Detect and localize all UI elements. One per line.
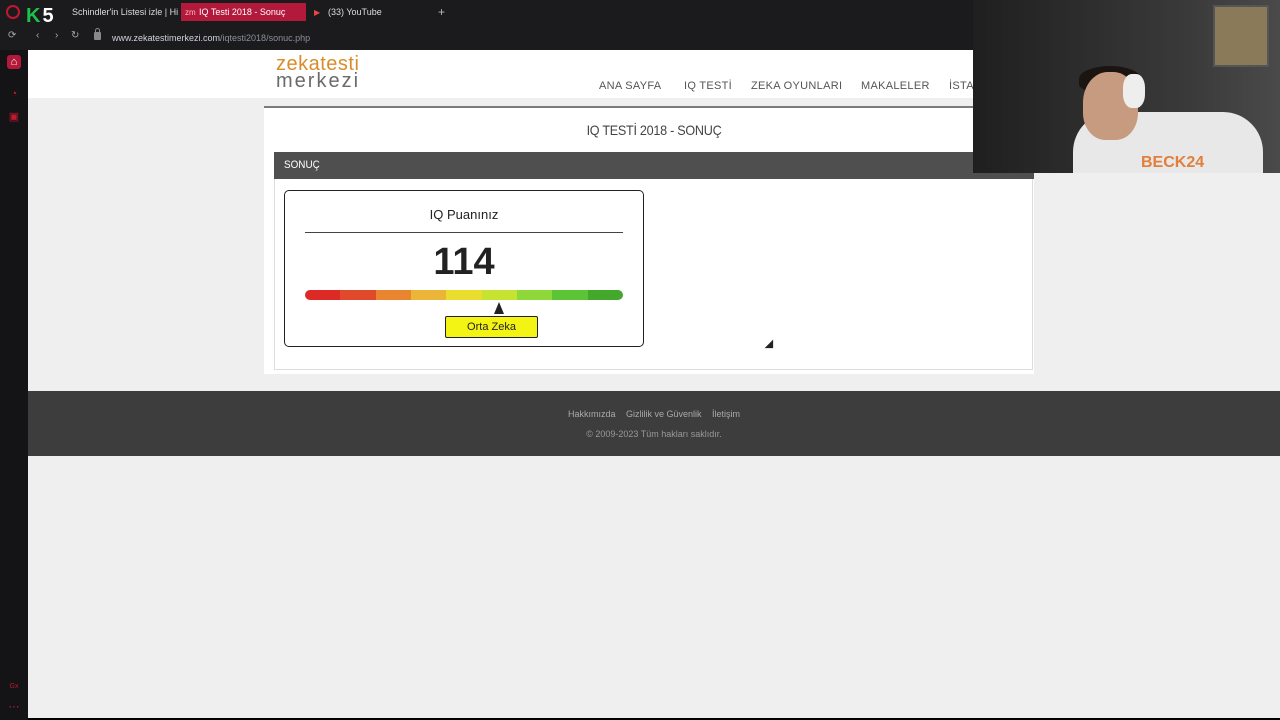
gauge-segment [340, 290, 376, 300]
logo-bottom: merkezi [276, 70, 361, 92]
back-icon[interactable]: ‹ [36, 30, 39, 41]
nav-iq-test[interactable]: IQ TESTİ [684, 80, 732, 92]
wall-poster [1213, 5, 1269, 67]
gauge-segment [410, 290, 447, 300]
gauge-segment [446, 290, 482, 300]
bag-icon[interactable]: ▣ [7, 110, 21, 124]
home-icon[interactable]: ⌂ [7, 55, 21, 69]
webcam-overlay: BECK24 [973, 0, 1280, 173]
forward-icon[interactable]: › [55, 30, 58, 41]
gauge-segment [375, 290, 411, 300]
gauge-pointer [493, 302, 504, 314]
tab-label: Schindler'in Listesi izle | Hi [72, 7, 179, 17]
site-favicon-icon: zm [185, 8, 196, 17]
gauge-segment [305, 290, 341, 300]
opera-logo-icon[interactable] [6, 5, 20, 19]
nav-articles[interactable]: MAKALELER [861, 80, 930, 92]
more-icon[interactable]: ⋯ [7, 700, 21, 714]
shirt-logo: BECK24 [1141, 154, 1205, 171]
youtube-icon: ▶ [314, 8, 321, 17]
card-title: IQ Puanınız [429, 207, 499, 222]
address-bar[interactable]: www.zekatestimerkezi.com/iqtesti2018/son… [112, 33, 310, 43]
new-tab-button[interactable]: + [438, 5, 445, 19]
k5-overlay-logo: K5 [26, 4, 54, 27]
card-divider [305, 232, 623, 233]
lock-icon [94, 28, 101, 40]
gx-icon[interactable]: Gx [7, 680, 21, 694]
url-path: /iqtesti2018/sonuc.php [220, 33, 311, 43]
gauge-segment [552, 290, 588, 300]
reload-icon[interactable]: ↻ [71, 30, 79, 41]
section-header: SONUÇ [274, 152, 1034, 179]
iq-level-badge: Orta Zeka [445, 316, 538, 338]
footer-link-privacy[interactable]: Gizlilik ve Güvenlik [626, 409, 702, 419]
footer-link-about[interactable]: Hakkımızda [568, 409, 616, 419]
site-footer: Hakkımızda Gizlilik ve Güvenlik İletişim… [28, 391, 1280, 456]
iq-gauge [305, 290, 623, 300]
gauge-segment [587, 290, 623, 300]
sync-icon[interactable]: ⟳ [8, 30, 16, 41]
footer-links: Hakkımızda Gizlilik ve Güvenlik İletişim [28, 409, 1280, 419]
iq-result-card: IQ Puanınız 114 Orta Zeka [284, 190, 644, 347]
tab-label: IQ Testi 2018 - Sonuç [199, 7, 286, 17]
tab-schindler[interactable]: Schindler'in Listesi izle | Hi [68, 3, 179, 21]
copyright: © 2009-2023 Tüm hakları saklıdır. [586, 429, 722, 439]
url-domain: www.zekatestimerkezi.com [112, 33, 221, 43]
footer-link-contact[interactable]: İletişim [712, 409, 740, 419]
tab-iq-test[interactable]: zm IQ Testi 2018 - Sonuç [181, 3, 306, 21]
tab-youtube[interactable]: ▶ (33) YouTube [310, 3, 430, 21]
page-title: IQ TESTİ 2018 - SONUÇ [586, 122, 722, 138]
gauge-segment [516, 290, 553, 300]
nav-home[interactable]: ANA SAYFA [599, 80, 661, 92]
gauge-segment [481, 290, 517, 300]
headset-icon [1123, 74, 1145, 108]
history-icon[interactable]: ◔ [7, 87, 21, 101]
iq-score: 114 [433, 241, 495, 283]
section-title: SONUÇ [284, 159, 320, 171]
main-content: IQ TESTİ 2018 - SONUÇ SONUÇ IQ Puanınız … [264, 108, 1034, 374]
browser-sidebar: ⌂ ◔ ▣ Gx ⋯ [0, 50, 28, 720]
nav-games[interactable]: ZEKA OYUNLARI [751, 80, 842, 92]
site-logo[interactable]: zekatesti merkezi [276, 54, 361, 92]
tab-label: (33) YouTube [328, 7, 382, 17]
